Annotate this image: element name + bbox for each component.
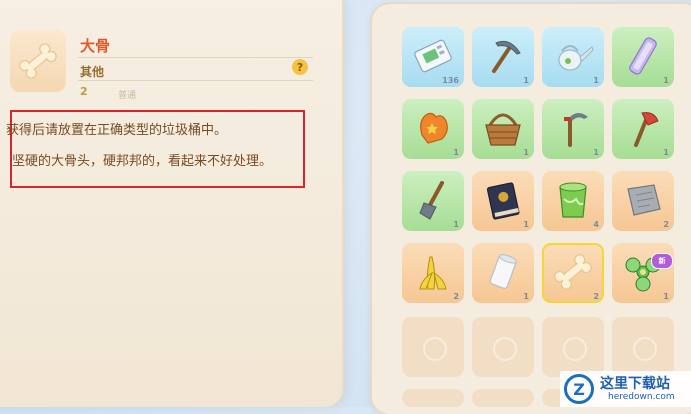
- empty-slot[interactable]: [472, 389, 534, 407]
- item-count: 1: [523, 292, 529, 301]
- item-rarity: 普通: [118, 91, 137, 101]
- watermark-url: heredown.com: [608, 392, 675, 402]
- empty-slot-mark: [493, 337, 517, 361]
- paint-bucket-slot[interactable]: 4: [542, 171, 604, 231]
- item-category: 其他: [80, 65, 105, 79]
- item-count: 1: [523, 220, 529, 229]
- axe-icon: [634, 112, 659, 147]
- paint-bucket-icon: [559, 182, 587, 218]
- item-count: 2: [453, 292, 459, 301]
- sickle-slot[interactable]: 1: [542, 99, 604, 159]
- item-count: 1: [663, 148, 669, 157]
- shovel-icon: [419, 181, 444, 220]
- divider: [78, 80, 313, 81]
- axe-slot[interactable]: 1: [612, 99, 674, 159]
- pickaxe-slot[interactable]: 1: [472, 27, 534, 87]
- watermark-logo: Z: [564, 374, 594, 404]
- item-title: 大骨: [80, 37, 111, 55]
- purple-bar-slot[interactable]: 1: [612, 27, 674, 87]
- watermark: Z 这里下载站 heredown.com: [560, 371, 691, 407]
- sickle-icon: [564, 113, 588, 147]
- watering-can-icon: [558, 45, 594, 71]
- empty-slot-mark: [633, 337, 657, 361]
- help-button[interactable]: ?: [292, 59, 308, 75]
- item-count: 1: [523, 76, 529, 85]
- shovel-slot[interactable]: 1: [402, 171, 464, 231]
- banana-peel-slot[interactable]: 2: [402, 243, 464, 303]
- item-count: 4: [593, 220, 599, 229]
- divider: [78, 57, 313, 58]
- basket-slot[interactable]: 1: [472, 99, 534, 159]
- item-count: 1: [663, 292, 669, 301]
- stone-tablet-icon: [627, 184, 661, 216]
- pickaxe-icon: [492, 40, 521, 73]
- paper-roll-slot[interactable]: 1: [472, 243, 534, 303]
- glove-icon: [420, 112, 448, 144]
- item-count: 1: [593, 148, 599, 157]
- basket-icon: [485, 113, 521, 146]
- description-line: 获得后请放置在正确类型的垃圾桶中。: [6, 123, 228, 138]
- book-icon: [486, 182, 520, 220]
- paper-roll-icon: [489, 254, 517, 289]
- item-count: 1: [663, 76, 669, 85]
- ticket-icon: [414, 39, 452, 73]
- empty-slot-mark: [423, 337, 447, 361]
- bone-slot[interactable]: 2: [542, 243, 604, 303]
- empty-slot[interactable]: [402, 389, 464, 407]
- item-count: 1: [523, 148, 529, 157]
- item-count: 136: [442, 76, 459, 85]
- item-count: 1: [453, 148, 459, 157]
- new-badge: 新: [651, 253, 673, 269]
- description-line: 坚硬的大骨头，硬邦邦的，看起来不好处理。: [12, 154, 273, 169]
- empty-slot-mark: [563, 337, 587, 361]
- empty-slot[interactable]: [402, 317, 464, 377]
- watermark-title: 这里下载站: [600, 376, 670, 392]
- item-quantity: 2: [80, 85, 88, 98]
- item-count: 2: [663, 220, 669, 229]
- banana-peel-icon: [419, 256, 447, 290]
- ticket-slot[interactable]: 136: [402, 27, 464, 87]
- item-count: 1: [453, 220, 459, 229]
- stone-tablet-slot[interactable]: 2: [612, 171, 674, 231]
- empty-slot[interactable]: [472, 317, 534, 377]
- bone-icon: [554, 254, 592, 290]
- item-thumbnail: [10, 30, 66, 92]
- fidget-spinner-slot[interactable]: 1: [612, 243, 674, 303]
- item-count: 2: [593, 292, 599, 301]
- book-slot[interactable]: 1: [472, 171, 534, 231]
- bone-icon: [19, 43, 57, 79]
- item-count: 1: [593, 76, 599, 85]
- empty-slot[interactable]: [542, 317, 604, 377]
- empty-slot[interactable]: [612, 317, 674, 377]
- purple-bar-icon: [629, 37, 657, 75]
- glove-slot[interactable]: 1: [402, 99, 464, 159]
- watering-can-slot[interactable]: 1: [542, 27, 604, 87]
